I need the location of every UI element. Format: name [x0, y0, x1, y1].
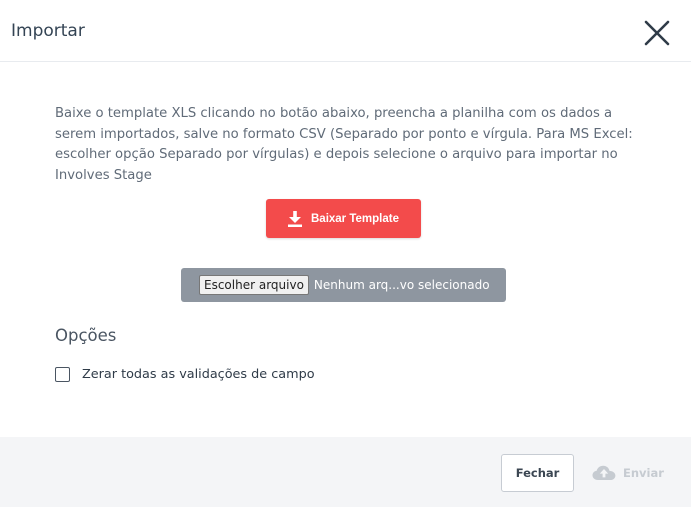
file-input[interactable]: Escolher arquivo Nenhum arq...vo selecio… — [181, 268, 506, 302]
dialog-footer: Fechar Enviar — [0, 437, 691, 507]
options-heading: Opções — [55, 326, 117, 345]
download-icon — [288, 210, 302, 227]
download-template-label: Baixar Template — [311, 212, 399, 225]
close-footer-button[interactable]: Fechar — [501, 454, 574, 492]
close-button[interactable] — [643, 19, 671, 47]
send-label: Enviar — [623, 466, 664, 480]
send-button[interactable]: Enviar — [588, 454, 668, 492]
import-instructions: Baixe o template XLS clicando no botão a… — [55, 106, 633, 183]
reset-validations-option[interactable]: Zerar todas as validações de campo — [55, 367, 315, 382]
reset-validations-checkbox[interactable] — [55, 367, 70, 382]
dialog-title: Importar — [11, 21, 85, 41]
download-template-button[interactable]: Baixar Template — [266, 199, 421, 238]
close-icon — [644, 20, 670, 46]
reset-validations-label: Zerar todas as validações de campo — [82, 367, 315, 382]
file-status: Nenhum arq...vo selecionado — [313, 278, 490, 292]
import-dialog: Importar Baixe o template XLS clicando n… — [0, 0, 691, 507]
dialog-header: Importar — [0, 0, 691, 62]
choose-file-button[interactable]: Escolher arquivo — [199, 275, 309, 295]
cloud-upload-icon — [592, 465, 616, 480]
